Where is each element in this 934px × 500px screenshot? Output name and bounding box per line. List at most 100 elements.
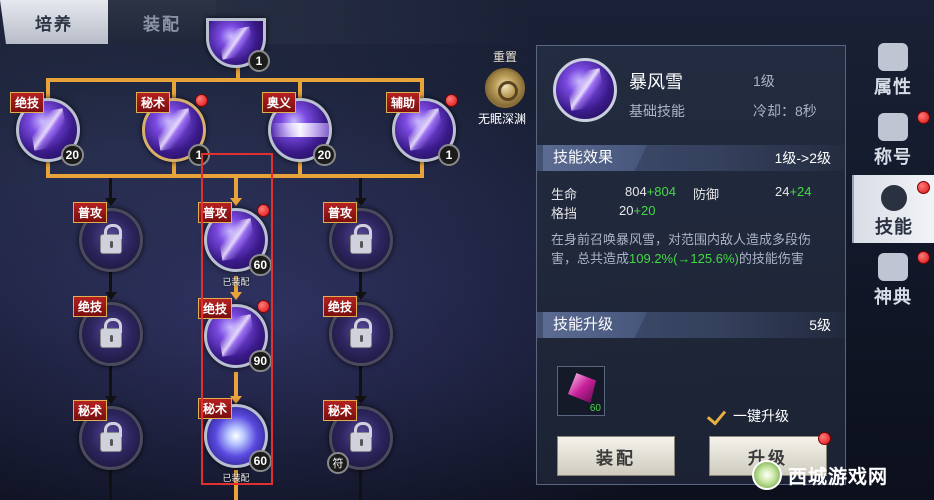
- skill-level-badge: 20: [60, 144, 84, 166]
- upgrade-section-title: 技能升级: [543, 312, 648, 338]
- one-key-upgrade-toggle[interactable]: 一键升级: [707, 406, 789, 426]
- abyss-icon[interactable]: [485, 68, 525, 108]
- right-sidebar: 属性 称号 技能 神典: [852, 35, 934, 485]
- site-watermark: 西城游戏网: [752, 455, 888, 495]
- skill-category-tag: 秘术: [136, 92, 171, 113]
- tree-line: [46, 78, 50, 98]
- game-background: 培养 装配 1 绝技 20 秘术 1 奥义 20 辅助 1 普攻 绝技 秘术 普…: [0, 0, 934, 500]
- tree-line: [46, 78, 424, 82]
- skill-description: 在身前召唤暴风雪，对范围内敌人造成多段伤害，总共造成109.2%(→125.6%…: [551, 232, 812, 266]
- skill-node-left-basic[interactable]: 普攻: [73, 202, 143, 272]
- notification-dot: [445, 94, 458, 107]
- sidebar-item-attributes[interactable]: 属性: [852, 35, 934, 103]
- skill-level: 1级: [753, 73, 775, 89]
- notification-dot: [195, 94, 208, 107]
- skill-category-tag: 辅助: [386, 92, 421, 113]
- sidebar-item-label: 属性: [874, 77, 912, 97]
- tree-line: [172, 78, 176, 98]
- tree-line: [109, 466, 112, 500]
- sidebar-item-label: 技能: [875, 217, 913, 237]
- notification-dot: [917, 251, 930, 264]
- tree-line: [359, 366, 362, 398]
- skill-node-row1-mystery[interactable]: 奥义 20: [262, 92, 336, 166]
- skill-node-row1-secret[interactable]: 秘术 1: [136, 92, 210, 166]
- stat-value: 20+20: [619, 203, 656, 218]
- skill-node-row1-ultimate[interactable]: 绝技 20: [10, 92, 84, 166]
- skill-node-right-ultimate[interactable]: 绝技: [323, 296, 393, 366]
- gem-icon: [568, 373, 596, 403]
- lock-icon: [350, 224, 372, 254]
- skill-header: 暴风雪 1级 基础技能 冷却：8秒: [537, 46, 845, 136]
- tab-equip[interactable]: 装配: [108, 0, 216, 44]
- skill-category-tag: 绝技: [10, 92, 45, 113]
- upgrade-material-slot[interactable]: 60: [557, 366, 605, 416]
- effect-stats: 生命 804+804 防御 24+24 格挡 20+20: [551, 184, 841, 222]
- tree-line: [420, 78, 424, 98]
- sidebar-item-titles[interactable]: 称号: [852, 105, 934, 173]
- selected-path-highlight: [201, 153, 273, 485]
- skill-node-right-basic[interactable]: 普攻: [323, 202, 393, 272]
- sidebar-item-label: 称号: [874, 147, 912, 167]
- effect-level-range: 1级->2级: [774, 150, 831, 166]
- stat-row: 格挡 20+20: [551, 203, 841, 222]
- blizzard-skill-icon: [553, 58, 617, 122]
- skill-node-left-secret[interactable]: 秘术: [73, 400, 143, 470]
- skill-category-tag: 奥义: [262, 92, 297, 113]
- skill-name: 暴风雪: [629, 72, 683, 92]
- notification-dot: [917, 181, 930, 194]
- skill-detail-panel: 暴风雪 1级 基础技能 冷却：8秒 技能效果 1级->2级 生命 804+804…: [536, 45, 846, 485]
- codex-icon: [878, 253, 908, 281]
- skill-cooldown: 冷却：8秒: [753, 103, 817, 119]
- notification-dot: [818, 432, 831, 445]
- tree-line: [359, 272, 362, 294]
- skill-category-tag: 普攻: [323, 202, 358, 223]
- equip-button[interactable]: 装配: [557, 436, 675, 476]
- stat-label: 格挡: [551, 206, 578, 221]
- title-icon: [878, 113, 908, 141]
- skill-node-left-ultimate[interactable]: 绝技: [73, 296, 143, 366]
- rune-badge: 符: [327, 452, 349, 474]
- skill-category-tag: 绝技: [323, 296, 358, 317]
- sidebar-item-codex[interactable]: 神典: [852, 245, 934, 313]
- reset-widget[interactable]: 重置 无眠深渊: [474, 48, 536, 127]
- stat-value: 24+24: [775, 184, 812, 199]
- skill-node-right-secret[interactable]: 秘术 符: [323, 400, 393, 474]
- skill-level-badge: 1: [248, 50, 270, 72]
- upgrade-max-level: 5级: [809, 317, 831, 333]
- tree-line: [298, 78, 302, 98]
- skill-category-tag: 绝技: [73, 296, 108, 317]
- reset-name: 无眠深渊: [477, 112, 526, 126]
- skill-category-tag: 秘术: [73, 400, 108, 421]
- lock-icon: [100, 224, 122, 254]
- reset-title: 重置: [492, 50, 517, 64]
- upgrade-section-header: 技能升级 5级: [537, 312, 845, 338]
- tree-line: [109, 366, 112, 398]
- lock-icon: [350, 318, 372, 348]
- tree-line: [359, 466, 362, 500]
- material-count: 60: [589, 403, 601, 414]
- skill-level-badge: 1: [438, 144, 460, 166]
- skill-level-badge: 20: [312, 144, 336, 166]
- lock-icon: [100, 318, 122, 348]
- skill-category-tag: 秘术: [323, 400, 358, 421]
- lock-icon: [350, 422, 372, 452]
- tree-line: [109, 178, 112, 200]
- tree-line: [109, 272, 112, 294]
- tree-line: [359, 178, 362, 200]
- skill-node-row1-support[interactable]: 辅助 1: [386, 92, 460, 166]
- notification-dot: [917, 111, 930, 124]
- skill-node-top[interactable]: 1: [206, 18, 270, 72]
- stat-label: 生命: [551, 187, 578, 202]
- skill-category-tag: 普攻: [73, 202, 108, 223]
- effect-section-title: 技能效果: [543, 145, 648, 171]
- stat-label: 防御: [693, 187, 720, 202]
- stat-value: 804+804: [625, 184, 676, 199]
- watermark-logo-icon: [752, 460, 782, 490]
- skill-type: 基础技能: [629, 103, 685, 119]
- stat-row: 生命 804+804 防御 24+24: [551, 184, 841, 203]
- attribute-icon: [878, 43, 908, 71]
- tab-cultivate[interactable]: 培养: [0, 0, 108, 44]
- skill-icon: [881, 185, 907, 211]
- effect-section-header: 技能效果 1级->2级: [537, 145, 845, 171]
- sidebar-item-skills[interactable]: 技能: [852, 175, 934, 243]
